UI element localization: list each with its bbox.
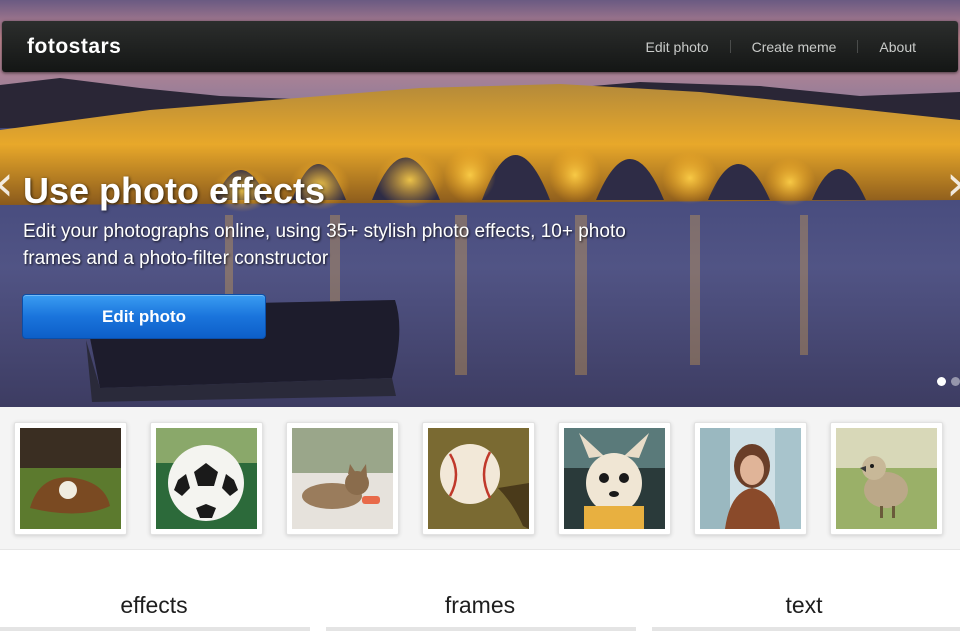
thumbnail-duckling[interactable]	[830, 422, 943, 535]
edit-photo-button[interactable]: Edit photo	[22, 294, 266, 339]
baseball-glove-image	[20, 428, 121, 529]
hero-title: Use photo effects	[23, 170, 326, 211]
brand-logo[interactable]: fotostars	[27, 35, 121, 59]
nav-links: Edit photo Create meme About	[625, 21, 958, 72]
duckling-image	[836, 428, 937, 529]
thumbnail-soccer-ball[interactable]	[150, 422, 263, 535]
feature-divider	[326, 627, 636, 631]
chevron-right-icon[interactable]: ›	[946, 158, 960, 208]
slider-dot[interactable]	[951, 377, 960, 386]
woman-image	[700, 428, 801, 529]
thumbnail-woman[interactable]	[694, 422, 807, 535]
feature-effects[interactable]: effects	[4, 592, 304, 619]
baseball-image	[428, 428, 529, 529]
hero-description: Edit your photographs online, using 35+ …	[23, 221, 626, 269]
chevron-left-icon[interactable]: ‹	[0, 158, 14, 208]
soccer-ball-image	[156, 428, 257, 529]
slider-dot-active[interactable]	[937, 377, 946, 386]
feature-text[interactable]: text	[654, 592, 954, 619]
nav-link-create-meme[interactable]: Create meme	[731, 39, 858, 55]
example-thumbnails	[0, 407, 960, 550]
feature-divider	[0, 627, 310, 631]
thumbnail-baseball-glove[interactable]	[14, 422, 127, 535]
feature-divider	[652, 627, 960, 631]
features-section: effects frames text	[0, 551, 960, 640]
hero-slider: fotostars Edit photo Create meme About ‹…	[0, 0, 960, 407]
top-navbar: fotostars Edit photo Create meme About	[2, 21, 958, 72]
chihuahua-image	[564, 428, 665, 529]
nav-link-about[interactable]: About	[858, 39, 958, 55]
slider-dots	[937, 377, 960, 386]
nav-link-edit-photo[interactable]: Edit photo	[625, 39, 730, 55]
thumbnail-chihuahua[interactable]	[558, 422, 671, 535]
cat-image	[292, 428, 393, 529]
thumbnail-cat[interactable]	[286, 422, 399, 535]
thumbnail-baseball[interactable]	[422, 422, 535, 535]
feature-frames[interactable]: frames	[330, 592, 630, 619]
